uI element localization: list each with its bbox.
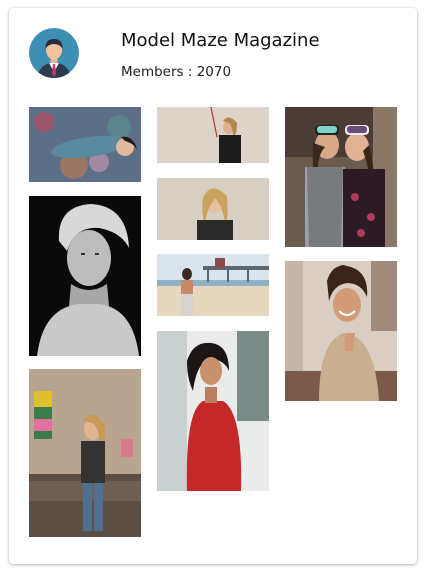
photo-woman-black-and-white-portrait[interactable] — [29, 196, 141, 356]
person-avatar-icon[interactable] — [29, 28, 79, 78]
photo-woman-lying-on-patterned-blanket[interactable] — [29, 107, 141, 182]
photo-woman-with-rope-studio[interactable] — [157, 107, 269, 163]
photo-woman-on-beach-pier[interactable] — [157, 254, 269, 316]
members-count: Members : 2070 — [121, 64, 232, 80]
photo-woman-smiling-knit-sweater[interactable] — [285, 261, 397, 401]
photo-woman-holding-painting-on-couch[interactable] — [29, 369, 141, 537]
group-title: Model Maze Magazine — [121, 30, 320, 51]
photo-two-women-ski-goggles[interactable] — [285, 107, 397, 247]
photo-woman-smiling-beige-background[interactable] — [157, 178, 269, 240]
group-card: Model Maze Magazine Members : 2070 — [9, 8, 417, 564]
photo-woman-red-dress-window[interactable] — [157, 331, 269, 491]
